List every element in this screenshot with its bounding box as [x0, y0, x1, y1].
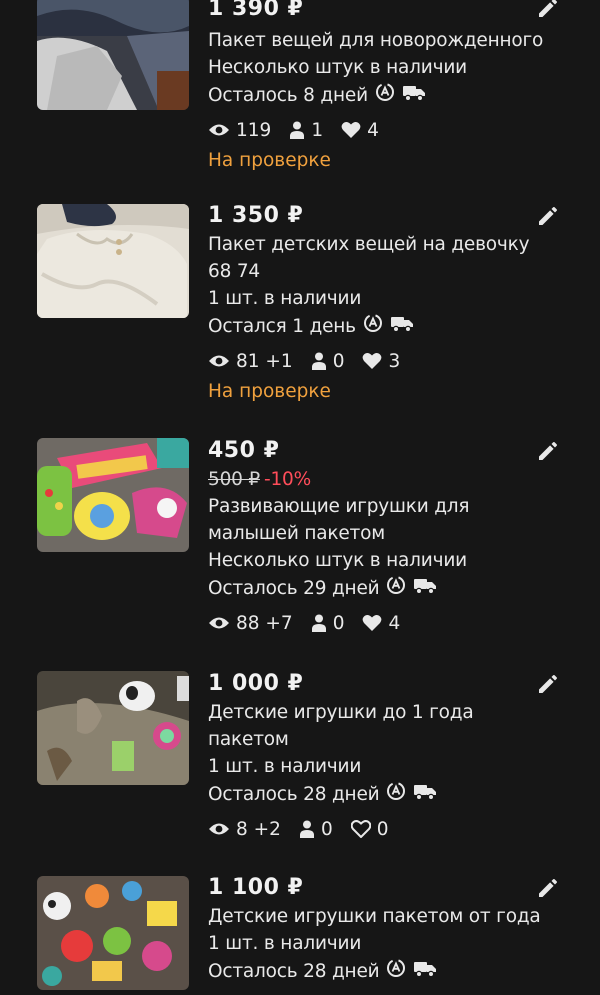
views-count: 119 — [236, 119, 272, 141]
listing-photo[interactable] — [37, 0, 189, 110]
delivery-truck-icon — [413, 959, 437, 986]
person-icon — [299, 820, 315, 838]
time-left-row: Осталось 28 дней — [208, 780, 538, 810]
listing-photo[interactable] — [37, 204, 189, 318]
autopromo-icon — [385, 957, 407, 987]
time-left: Осталось 28 дней — [208, 961, 380, 982]
eye-icon — [208, 353, 230, 369]
my-listings: 1 390 ₽ Пакет вещей для новорожденного Н… — [0, 0, 600, 995]
time-left-row: Остался 1 день — [208, 312, 538, 342]
autopromo-icon — [385, 574, 407, 604]
stock-info: 1 шт. в наличии — [208, 756, 362, 777]
listing-stats: 119 1 4 — [208, 116, 538, 144]
stock-info: 1 шт. в наличии — [208, 288, 362, 309]
autopromo-icon — [385, 780, 407, 810]
listing-photo[interactable] — [37, 671, 189, 785]
listing-title[interactable]: Пакет детских вещей на девочку — [208, 231, 538, 258]
time-left: Остался 1 день — [208, 316, 356, 337]
price-discount-row: 500 ₽ -10% — [208, 466, 538, 493]
favorites-count: 4 — [388, 612, 401, 634]
person-icon — [311, 614, 327, 632]
edit-icon[interactable] — [536, 0, 560, 20]
person-icon — [311, 352, 327, 370]
listing-title[interactable]: Детские игрушки до 1 года — [208, 699, 538, 726]
listing-stats: 8 +2 0 0 — [208, 815, 538, 843]
stock-info: Несколько штук в наличии — [208, 57, 468, 78]
time-left: Осталось 8 дней — [208, 85, 368, 106]
contacts-count: 0 — [332, 350, 345, 372]
time-left: Осталось 29 дней — [208, 578, 380, 599]
listing-price: 1 000 ₽ — [208, 671, 304, 696]
listing-title-cont[interactable]: пакетом — [208, 726, 538, 753]
person-icon — [289, 121, 305, 139]
listing-price: 1 100 ₽ — [208, 875, 304, 900]
time-left: Осталось 28 дней — [208, 784, 380, 805]
eye-icon — [208, 821, 230, 837]
listing-title-cont[interactable]: 68 74 — [208, 258, 538, 285]
listing-title[interactable]: Детские игрушки пакетом от года — [208, 903, 541, 930]
listing-title[interactable]: Пакет вещей для новорожденного — [208, 27, 543, 54]
stock-info: 1 шт. в наличии — [208, 933, 362, 954]
delivery-truck-icon — [390, 314, 414, 341]
autopromo-icon — [374, 81, 396, 111]
time-left-row: Осталось 28 дней — [208, 957, 538, 987]
delivery-truck-icon — [402, 83, 426, 110]
heart-icon — [350, 820, 371, 838]
listing-photo[interactable] — [37, 438, 189, 552]
stock-info: Несколько штук в наличии — [208, 550, 468, 571]
favorites-count: 3 — [388, 350, 401, 372]
delivery-truck-icon — [413, 782, 437, 809]
listing-title[interactable]: Развивающие игрушки для — [208, 493, 538, 520]
eye-icon — [208, 122, 230, 138]
contacts-count: 0 — [320, 818, 333, 840]
heart-icon — [362, 352, 382, 370]
time-left-row: Осталось 8 дней — [208, 81, 538, 111]
edit-icon[interactable] — [536, 672, 560, 696]
favorites-count: 4 — [367, 119, 379, 141]
contacts-count: 1 — [311, 119, 324, 141]
listing-title-cont[interactable]: малышей пакетом — [208, 520, 538, 547]
listing-price: 450 ₽ — [208, 438, 280, 463]
contacts-count: 0 — [332, 612, 345, 634]
eye-icon — [208, 615, 230, 631]
favorites-count: 0 — [376, 818, 389, 840]
discount-badge: -10% — [263, 469, 311, 490]
listing-stats: 81 +1 0 3 — [208, 347, 538, 375]
edit-icon[interactable] — [536, 204, 560, 228]
old-price: 500 ₽ — [208, 469, 260, 490]
listing-price: 1 390 ₽ — [208, 0, 304, 21]
listing-photo[interactable] — [37, 876, 189, 990]
listing-stats: 88 +7 0 4 — [208, 609, 538, 637]
heart-icon — [362, 614, 382, 632]
autopromo-icon — [362, 312, 384, 342]
listing-price: 1 350 ₽ — [208, 203, 304, 228]
views-count: 8 +2 — [236, 818, 281, 840]
views-count: 81 +1 — [236, 350, 293, 372]
edit-icon[interactable] — [536, 439, 560, 463]
time-left-row: Осталось 29 дней — [208, 574, 538, 604]
edit-icon[interactable] — [536, 876, 560, 900]
status-badge: На проверке — [208, 150, 331, 171]
status-badge: На проверке — [208, 381, 331, 402]
views-count: 88 +7 — [236, 612, 293, 634]
heart-icon — [341, 121, 361, 139]
delivery-truck-icon — [413, 576, 437, 603]
